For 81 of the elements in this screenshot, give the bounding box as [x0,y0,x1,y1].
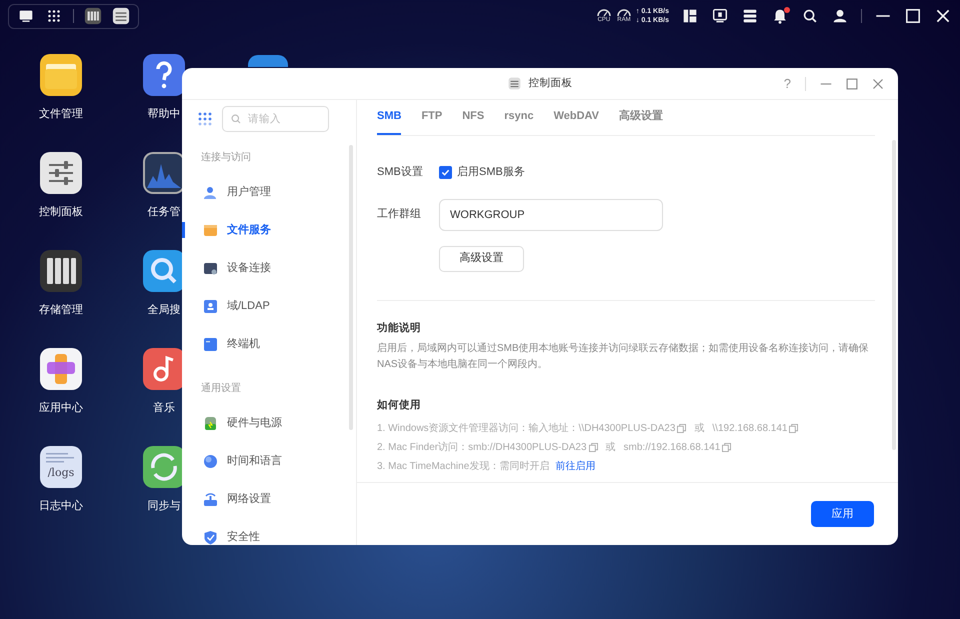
close-icon[interactable] [934,7,952,25]
app-label: 日志中心 [39,498,83,514]
field-label: 工作群组 [377,207,422,222]
control-panel-icon [508,77,520,90]
maximize-icon[interactable] [904,7,922,25]
tab[interactable]: WebDAV [554,106,600,135]
app-label: 文件管理 [39,106,83,122]
music-note-icon[interactable] [143,348,185,390]
app-center-icon[interactable] [40,348,82,390]
app-icon[interactable] [248,55,288,67]
step-text: 2. Mac Finder访问：smb://DH4300PLUS-DA23 [377,440,587,455]
sidebar-item[interactable]: 文件服务 [182,211,356,249]
step-text: 3. Mac TimeMachine发现：需同时开启 [377,460,550,474]
user-icon[interactable] [831,7,849,25]
monitor-icon[interactable] [711,7,729,25]
battery-icon [203,416,218,430]
section-heading: 连接与访问 [200,150,252,165]
sidebar-item[interactable]: 硬件与电源 [182,404,356,442]
drives-icon[interactable] [40,250,82,292]
step-text: 或 [694,422,704,436]
gauge-dial-icon [596,7,612,17]
app-label: 应用中心 [39,400,83,416]
workgroup-field[interactable]: WORKGROUP [439,198,663,230]
description-text: 启用后，局域网内可以通过SMB使用本地账号连接并访问绿联云存储数据；如需使用设备名称连接访问，请确保NAS设备与本地电脑在同一个网段内。 [377,342,870,372]
enable-smb-checkbox[interactable]: 启用SMB服务 [439,164,525,180]
search-icon[interactable] [801,7,819,25]
search-field[interactable]: 请输入 [222,106,329,132]
user-icon [203,184,218,200]
app-label: 同步与 [148,499,180,514]
folder-icon [203,222,218,238]
sidebar-item[interactable]: 终端机 [182,325,356,363]
sync-icon[interactable] [143,446,185,488]
sliders-icon[interactable] [40,152,82,194]
checkbox[interactable] [439,166,452,179]
layout-icon[interactable] [681,7,699,25]
tab[interactable]: FTP [421,106,442,135]
storage-app-icon[interactable] [84,7,102,25]
app-label: 控制面板 [39,205,83,220]
search-icon[interactable] [143,250,185,292]
router-icon [203,492,218,506]
field-label: SMB设置 [377,165,424,180]
device-icon [203,260,218,276]
app-label: 存储管理 [39,303,83,318]
id-card-icon [203,298,218,314]
folder-icon[interactable] [40,54,82,96]
server-list-icon[interactable] [741,7,759,25]
control-panel-app-icon[interactable] [112,7,130,25]
icon-text: /logs [48,464,74,481]
gauge-dial-icon [616,7,632,17]
section-title: 功能说明 [377,320,422,336]
app-label: 帮助中 [148,107,180,122]
globe-icon [203,454,218,468]
tab[interactable]: 高级设置 [619,106,664,135]
step-text: smb://192.168.68.141 [624,441,720,455]
sidebar-item[interactable]: 设备连接 [182,249,356,287]
apply-button[interactable]: 应用 [811,501,874,527]
question-icon[interactable] [143,54,185,96]
step-text: 1. Windows资源文件管理器访问：输入地址：\\DH4300PLUS-DA23 [377,422,676,436]
step-text: \\192.168.68.141 [712,422,788,436]
advanced-settings-button[interactable]: 高级设置 [439,246,524,272]
section-heading: 通用设置 [200,382,242,396]
sidebar-item[interactable]: 域/LDAP [182,287,356,325]
step-text: 或 [606,440,616,455]
window-title: 控制面板 [528,76,572,91]
app-label: 音乐 [153,400,175,416]
sidebar-item[interactable]: 用户管理 [182,173,356,211]
sidebar-item[interactable]: 时间和语言 [182,442,356,480]
sidebar-item[interactable]: 网络设置 [182,480,356,518]
enable-link[interactable]: 前往启用 [555,457,596,476]
chart-icon[interactable] [143,152,185,194]
tab[interactable]: rsync [504,106,534,135]
checkmark-icon [441,168,450,177]
log-file-icon[interactable]: /logs [40,446,82,488]
app-label: 全局搜 [148,303,180,318]
tab[interactable]: SMB [377,106,402,135]
section-title: 如何使用 [377,398,422,414]
sidebar-item[interactable]: 安全性 [182,518,356,545]
log-lines-icon [46,452,76,465]
app-label: 任务管 [148,205,180,220]
terminal-icon [203,336,218,352]
tab[interactable]: NFS [462,106,484,135]
